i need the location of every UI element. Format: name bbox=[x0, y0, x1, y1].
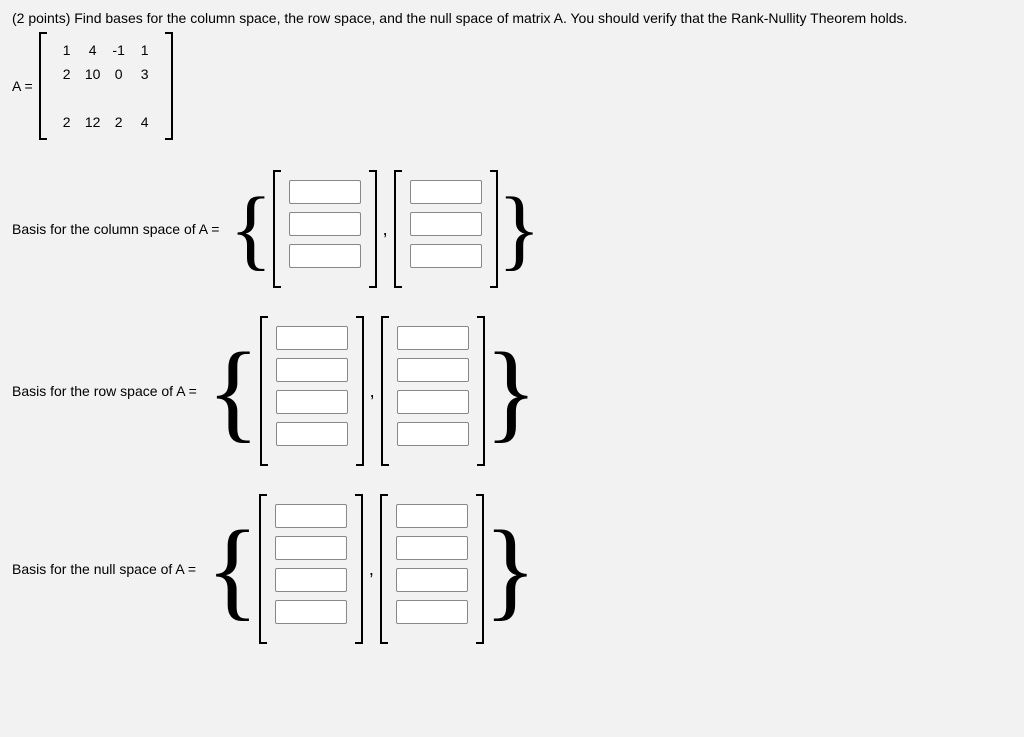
matrix-cell: 1 bbox=[132, 38, 158, 62]
vector-entry-input[interactable] bbox=[289, 180, 361, 204]
matrix-cell: -1 bbox=[106, 38, 132, 62]
matrix-cell bbox=[54, 86, 80, 110]
right-brace-icon: } bbox=[484, 531, 537, 608]
left-brace-icon: { bbox=[229, 198, 272, 261]
vector-entry-input[interactable] bbox=[276, 390, 348, 414]
vector-entry-input[interactable] bbox=[396, 536, 468, 560]
question-prompt: (2 points) Find bases for the column spa… bbox=[12, 10, 1012, 26]
nullspace-label: Basis for the null space of A = bbox=[12, 561, 196, 577]
matrix-cell: 2 bbox=[54, 62, 80, 86]
vector-entry-input[interactable] bbox=[410, 180, 482, 204]
vector-entry-input[interactable] bbox=[275, 536, 347, 560]
vector-entry-input[interactable] bbox=[397, 390, 469, 414]
matrix-cell: 3 bbox=[132, 62, 158, 86]
vector-entry-input[interactable] bbox=[397, 422, 469, 446]
left-brace-icon: { bbox=[206, 531, 259, 608]
matrix-label: A = bbox=[12, 78, 33, 94]
colspace-label: Basis for the column space of A = bbox=[12, 221, 219, 237]
vector-entry-input[interactable] bbox=[275, 568, 347, 592]
vector-entry-input[interactable] bbox=[275, 600, 347, 624]
question-text: Find bases for the column space, the row… bbox=[74, 10, 907, 26]
vector-entry-input[interactable] bbox=[396, 504, 468, 528]
points-label: (2 points) bbox=[12, 10, 70, 26]
matrix-A: 14-112100321224 bbox=[39, 32, 173, 140]
matrix-cell: 4 bbox=[132, 110, 158, 134]
null-space-section: Basis for the null space of A = { , } bbox=[12, 494, 1012, 644]
matrix-definition: A = 14-112100321224 bbox=[12, 32, 1012, 140]
matrix-cell: 4 bbox=[80, 38, 106, 62]
vector-entry-input[interactable] bbox=[396, 568, 468, 592]
vector-entry-input[interactable] bbox=[396, 600, 468, 624]
separator-comma: , bbox=[383, 219, 388, 240]
row-space-section: Basis for the row space of A = { , } bbox=[12, 316, 1012, 466]
vector-entry-input[interactable] bbox=[276, 358, 348, 382]
matrix-cell: 0 bbox=[106, 62, 132, 86]
vector-entry-input[interactable] bbox=[276, 326, 348, 350]
right-brace-icon: } bbox=[485, 353, 538, 430]
matrix-cell: 1 bbox=[54, 38, 80, 62]
vector-entry-input[interactable] bbox=[410, 212, 482, 236]
matrix-cell: 2 bbox=[54, 110, 80, 134]
vector-entry-input[interactable] bbox=[289, 212, 361, 236]
separator-comma: , bbox=[370, 381, 375, 402]
vector-entry-input[interactable] bbox=[397, 358, 469, 382]
matrix-cell: 10 bbox=[80, 62, 106, 86]
left-brace-icon: { bbox=[207, 353, 260, 430]
right-brace-icon: } bbox=[498, 198, 541, 261]
column-space-section: Basis for the column space of A = { , } bbox=[12, 170, 1012, 288]
matrix-cell: 12 bbox=[80, 110, 106, 134]
rowspace-label: Basis for the row space of A = bbox=[12, 383, 197, 399]
vector-entry-input[interactable] bbox=[275, 504, 347, 528]
vector-entry-input[interactable] bbox=[397, 326, 469, 350]
vector-entry-input[interactable] bbox=[276, 422, 348, 446]
matrix-cell bbox=[106, 86, 132, 110]
separator-comma: , bbox=[369, 559, 374, 580]
matrix-cell bbox=[80, 86, 106, 110]
vector-entry-input[interactable] bbox=[410, 244, 482, 268]
matrix-cell bbox=[132, 86, 158, 110]
matrix-cell: 2 bbox=[106, 110, 132, 134]
vector-entry-input[interactable] bbox=[289, 244, 361, 268]
